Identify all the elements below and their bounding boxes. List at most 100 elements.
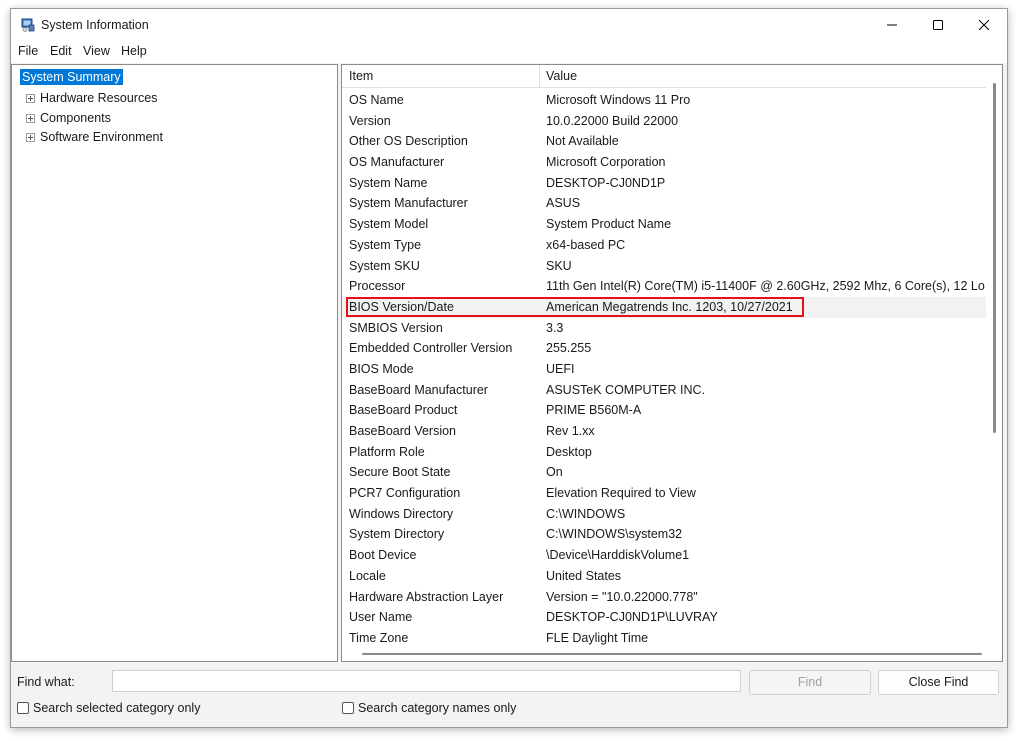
column-header-value[interactable]: Value <box>546 65 577 87</box>
system-information-window: System Information File Edit View Help S… <box>10 8 1008 728</box>
search-category-names-checkbox[interactable]: Search category names only <box>342 701 516 715</box>
title-bar[interactable]: System Information <box>11 9 1007 41</box>
table-row[interactable]: OS Name Microsoft Windows 11 Pro <box>342 90 986 111</box>
cell-item: System Manufacturer <box>349 196 468 211</box>
expand-icon[interactable] <box>26 132 35 142</box>
table-row[interactable]: BaseBoard Version Rev 1.xx <box>342 421 986 442</box>
close-window-button[interactable] <box>961 9 1007 41</box>
table-row[interactable]: OS Manufacturer Microsoft Corporation <box>342 152 986 173</box>
column-divider[interactable] <box>539 65 540 87</box>
tree-item-label: Hardware Resources <box>40 91 158 105</box>
search-selected-category-checkbox[interactable]: Search selected category only <box>17 701 200 715</box>
table-row[interactable]: System Manufacturer ASUS <box>342 193 986 214</box>
table-row[interactable]: System Model System Product Name <box>342 214 986 235</box>
tree-item-label: Components <box>40 111 111 125</box>
cell-value: ASUS <box>546 196 581 211</box>
highlight-box <box>346 296 804 317</box>
table-row[interactable]: Platform Role Desktop <box>342 442 986 463</box>
cell-item: System SKU <box>349 258 420 273</box>
table-row[interactable]: BaseBoard Manufacturer ASUSTeK COMPUTER I… <box>342 380 986 401</box>
table-row[interactable]: Version 10.0.22000 Build 22000 <box>342 111 986 132</box>
table-row[interactable]: System Name DESKTOP-CJ0ND1P <box>342 173 986 194</box>
menu-bar: File Edit View Help <box>11 41 1007 63</box>
table-row[interactable]: PCR7 Configuration Elevation Required to … <box>342 483 986 504</box>
table-row[interactable]: Locale United States <box>342 566 986 587</box>
cell-value: United States <box>546 568 622 583</box>
cell-value: Microsoft Corporation <box>546 155 666 170</box>
cell-item: OS Name <box>349 93 404 107</box>
cell-value: DESKTOP-CJ0ND1P <box>546 175 666 190</box>
table-row[interactable]: BIOS Mode UEFI <box>342 359 986 380</box>
cell-value: Not Available <box>546 134 619 149</box>
category-tree[interactable]: System Summary Hardware Resources Compon… <box>11 64 338 662</box>
table-row[interactable]: SMBIOS Version 3.3 <box>342 318 986 339</box>
checkbox-box[interactable] <box>17 702 29 714</box>
cell-item: BaseBoard Version <box>349 424 457 438</box>
menu-view[interactable]: View <box>83 44 110 58</box>
expand-icon[interactable] <box>26 113 35 123</box>
cell-value: SKU <box>546 258 572 273</box>
tree-item-components[interactable]: Components <box>26 110 111 126</box>
close-icon <box>979 20 989 30</box>
details-list[interactable]: Item Value OS Name Microsoft Windows 11 P… <box>341 64 1003 662</box>
cell-item: Embedded Controller Version <box>349 341 513 356</box>
cell-value: C:\WINDOWS <box>546 506 626 521</box>
table-row[interactable]: Other OS Description Not Available <box>342 131 986 152</box>
menu-help[interactable]: Help <box>121 44 147 58</box>
cell-item: OS Manufacturer <box>349 155 445 170</box>
cell-value: x64-based PC <box>546 237 626 252</box>
cell-value: 10.0.22000 Build 22000 <box>546 113 679 128</box>
vertical-scrollbar[interactable] <box>986 65 1002 645</box>
table-row[interactable]: BIOS Version/Date American Megatrends Inc… <box>342 296 986 318</box>
table-row[interactable]: Windows Directory C:\WINDOWS <box>342 504 986 525</box>
horizontal-scroll-thumb[interactable] <box>362 653 982 655</box>
cell-item: User Name <box>349 610 413 625</box>
table-row[interactable]: Processor 11th Gen Intel(R) Core(TM) i5-1… <box>342 276 986 297</box>
tree-item-system-summary[interactable]: System Summary <box>20 69 123 85</box>
table-row[interactable]: User Name DESKTOP-CJ0ND1P\LUVRAY <box>342 607 986 628</box>
table-row[interactable]: Hardware Abstraction Layer Version = "10.… <box>342 587 986 608</box>
cell-item: Platform Role <box>349 444 425 459</box>
cell-item: System Type <box>349 237 422 252</box>
table-row[interactable]: System Directory C:\WINDOWS\system32 <box>342 524 986 545</box>
cell-item: BaseBoard Product <box>349 403 458 418</box>
maximize-button[interactable] <box>915 9 961 41</box>
vertical-scroll-thumb[interactable] <box>993 83 996 433</box>
minimize-button[interactable] <box>869 9 915 41</box>
column-header-item[interactable]: Item <box>349 65 373 87</box>
cell-value: 3.3 <box>546 320 564 335</box>
minimize-icon <box>887 24 897 26</box>
table-row[interactable]: BaseBoard Product PRIME B560M-A <box>342 400 986 421</box>
find-what-label: Find what: <box>17 675 75 689</box>
cell-item: Windows Directory <box>349 506 454 521</box>
cell-value: Microsoft Windows 11 Pro <box>546 93 691 107</box>
expand-icon[interactable] <box>26 93 35 103</box>
checkbox-box[interactable] <box>342 702 354 714</box>
cell-item: System Name <box>349 175 428 190</box>
find-button[interactable]: Find <box>749 670 871 695</box>
tree-item-label: Software Environment <box>40 130 163 144</box>
checkbox-label: Search category names only <box>358 701 517 715</box>
cell-value: ASUSTeK COMPUTER INC. <box>546 382 706 397</box>
cell-item: System Directory <box>349 527 445 542</box>
table-row[interactable]: Secure Boot State On <box>342 462 986 483</box>
menu-file[interactable]: File <box>18 44 38 58</box>
tree-item-software-environment[interactable]: Software Environment <box>26 129 163 145</box>
horizontal-scrollbar[interactable] <box>342 645 986 661</box>
cell-item: Version <box>349 113 391 128</box>
find-what-input[interactable] <box>112 670 741 692</box>
table-row[interactable]: Boot Device \Device\HarddiskVolume1 <box>342 545 986 566</box>
table-row[interactable]: Embedded Controller Version 255.255 <box>342 338 986 359</box>
checkbox-label: Search selected category only <box>33 701 201 715</box>
cell-item: SMBIOS Version <box>349 320 443 335</box>
table-row[interactable]: System SKU SKU <box>342 256 986 277</box>
cell-value: Rev 1.xx <box>546 424 595 438</box>
cell-item: Secure Boot State <box>349 465 451 480</box>
tree-item-hardware-resources[interactable]: Hardware Resources <box>26 90 157 106</box>
close-find-button[interactable]: Close Find <box>878 670 999 695</box>
cell-value: \Device\HarddiskVolume1 <box>546 548 690 563</box>
table-row[interactable]: System Type x64-based PC <box>342 235 986 256</box>
menu-edit[interactable]: Edit <box>50 44 72 58</box>
cell-value: DESKTOP-CJ0ND1P\LUVRAY <box>546 610 718 625</box>
cell-item: PCR7 Configuration <box>349 486 461 501</box>
